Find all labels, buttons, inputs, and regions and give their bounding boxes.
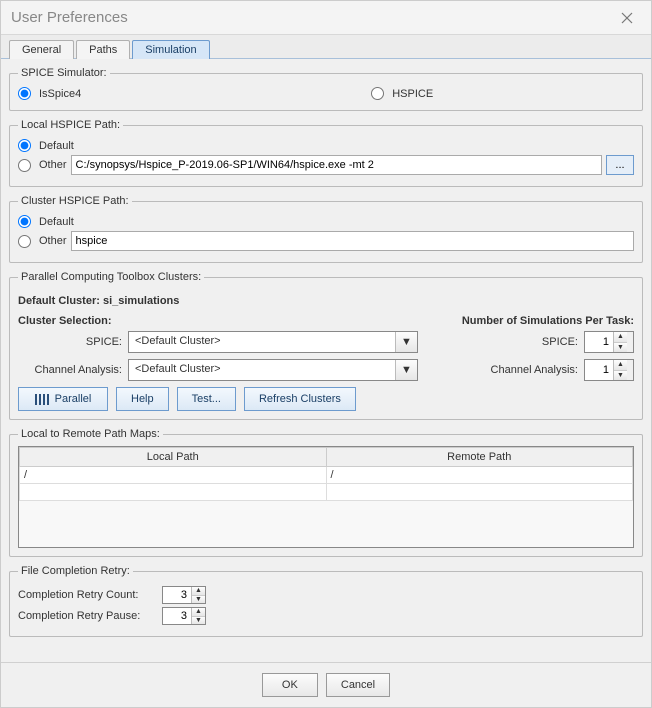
cell-remote[interactable]: / — [326, 467, 633, 484]
radio-hspice[interactable]: HSPICE — [371, 87, 433, 100]
tab-general[interactable]: General — [9, 40, 74, 59]
col-local-path[interactable]: Local Path — [20, 448, 327, 467]
local-hspice-legend: Local HSPICE Path: — [18, 119, 123, 131]
cell-remote-empty[interactable] — [326, 484, 633, 501]
cluster-selection-header: Cluster Selection: — [18, 315, 112, 327]
cell-local[interactable]: / — [20, 467, 327, 484]
cell-local-empty[interactable] — [20, 484, 327, 501]
chevron-down-icon[interactable]: ▼ — [395, 332, 417, 352]
refresh-clusters-button[interactable]: Refresh Clusters — [244, 387, 356, 411]
spinner-down-icon[interactable]: ▼ — [614, 371, 627, 381]
close-icon — [620, 11, 634, 25]
radio-hspice-label: HSPICE — [392, 88, 433, 100]
retry-pause-spinner[interactable]: ▲ ▼ — [162, 607, 206, 625]
help-button[interactable]: Help — [116, 387, 169, 411]
spice-num-label: SPICE: — [418, 336, 584, 348]
spice-num-input[interactable] — [585, 332, 613, 352]
retry-count-input[interactable] — [163, 587, 191, 603]
path-maps-table: Local Path Remote Path / / — [19, 447, 633, 501]
table-row[interactable] — [20, 484, 633, 501]
path-maps-legend: Local to Remote Path Maps: — [18, 428, 163, 440]
spinner-up-icon[interactable]: ▲ — [192, 608, 205, 617]
cluster-other-label: Other — [39, 235, 67, 247]
local-default-radio[interactable]: Default — [18, 139, 634, 152]
radio-isspice4[interactable]: IsSpice4 — [18, 87, 81, 100]
retry-count-spinner[interactable]: ▲ ▼ — [162, 586, 206, 604]
retry-legend: File Completion Retry: — [18, 565, 133, 577]
spinner-up-icon[interactable]: ▲ — [192, 587, 205, 596]
retry-count-label: Completion Retry Count: — [18, 589, 158, 601]
local-default-input[interactable] — [18, 139, 31, 152]
ca-num-label: Channel Analysis: — [418, 364, 584, 376]
local-default-label: Default — [39, 140, 74, 152]
parallel-button[interactable]: Parallel — [18, 387, 108, 411]
close-button[interactable] — [613, 4, 641, 32]
sims-per-task-header: Number of Simulations Per Task: — [462, 315, 634, 327]
pct-legend: Parallel Computing Toolbox Clusters: — [18, 271, 204, 283]
col-remote-path[interactable]: Remote Path — [326, 448, 633, 467]
cluster-hspice-path-group: Cluster HSPICE Path: Default Other — [9, 195, 643, 263]
table-row[interactable]: / / — [20, 467, 633, 484]
retry-pause-input[interactable] — [163, 608, 191, 624]
spice-cluster-label: SPICE: — [18, 336, 128, 348]
ca-cluster-label: Channel Analysis: — [18, 364, 128, 376]
pct-clusters-group: Parallel Computing Toolbox Clusters: Def… — [9, 271, 643, 420]
ca-num-spinner[interactable]: ▲ ▼ — [584, 359, 634, 381]
file-completion-retry-group: File Completion Retry: Completion Retry … — [9, 565, 643, 637]
spice-cluster-value: <Default Cluster> — [129, 332, 395, 352]
spice-num-spinner[interactable]: ▲ ▼ — [584, 331, 634, 353]
browse-button[interactable]: ... — [606, 155, 634, 175]
path-maps-table-container: Local Path Remote Path / / — [18, 446, 634, 548]
cancel-button[interactable]: Cancel — [326, 673, 390, 697]
content-area: SPICE Simulator: IsSpice4 HSPICE Local H… — [1, 59, 651, 662]
radio-isspice4-input[interactable] — [18, 87, 31, 100]
spice-simulator-legend: SPICE Simulator: — [18, 67, 110, 79]
local-other-radio[interactable]: Other — [18, 159, 67, 172]
ca-cluster-value: <Default Cluster> — [129, 360, 395, 380]
retry-pause-label: Completion Retry Pause: — [18, 610, 158, 622]
spinner-down-icon[interactable]: ▼ — [192, 596, 205, 604]
radio-hspice-input[interactable] — [371, 87, 384, 100]
path-maps-group: Local to Remote Path Maps: Local Path Re… — [9, 428, 643, 557]
local-other-input[interactable] — [18, 159, 31, 172]
ca-num-input[interactable] — [585, 360, 613, 380]
local-other-label: Other — [39, 159, 67, 171]
spinner-up-icon[interactable]: ▲ — [614, 360, 627, 371]
cluster-default-input[interactable] — [18, 215, 31, 228]
default-cluster-label: Default Cluster: si_simulations — [18, 295, 634, 307]
cluster-other-input[interactable] — [18, 235, 31, 248]
cluster-default-radio[interactable]: Default — [18, 215, 634, 228]
cluster-other-path-field[interactable] — [71, 231, 634, 251]
local-other-path-field[interactable] — [71, 155, 602, 175]
radio-isspice4-label: IsSpice4 — [39, 88, 81, 100]
tabbar: General Paths Simulation — [1, 35, 651, 59]
spice-cluster-dropdown[interactable]: <Default Cluster> ▼ — [128, 331, 418, 353]
tab-paths[interactable]: Paths — [76, 40, 130, 59]
spinner-up-icon[interactable]: ▲ — [614, 332, 627, 343]
user-preferences-window: User Preferences General Paths Simulatio… — [0, 0, 652, 708]
dialog-footer: OK Cancel — [1, 662, 651, 707]
chevron-down-icon[interactable]: ▼ — [395, 360, 417, 380]
table-empty-area — [19, 501, 633, 547]
ca-cluster-dropdown[interactable]: <Default Cluster> ▼ — [128, 359, 418, 381]
parallel-button-label: Parallel — [55, 393, 92, 405]
parallel-icon — [35, 394, 51, 405]
spinner-down-icon[interactable]: ▼ — [614, 343, 627, 353]
ok-button[interactable]: OK — [262, 673, 318, 697]
titlebar: User Preferences — [1, 1, 651, 35]
spinner-down-icon[interactable]: ▼ — [192, 617, 205, 625]
cluster-default-label: Default — [39, 216, 74, 228]
cluster-other-radio[interactable]: Other — [18, 235, 67, 248]
tab-simulation[interactable]: Simulation — [132, 40, 209, 59]
local-hspice-path-group: Local HSPICE Path: Default Other ... — [9, 119, 643, 187]
spice-simulator-group: SPICE Simulator: IsSpice4 HSPICE — [9, 67, 643, 111]
test-button[interactable]: Test... — [177, 387, 236, 411]
cluster-hspice-legend: Cluster HSPICE Path: — [18, 195, 132, 207]
window-title: User Preferences — [11, 9, 128, 26]
